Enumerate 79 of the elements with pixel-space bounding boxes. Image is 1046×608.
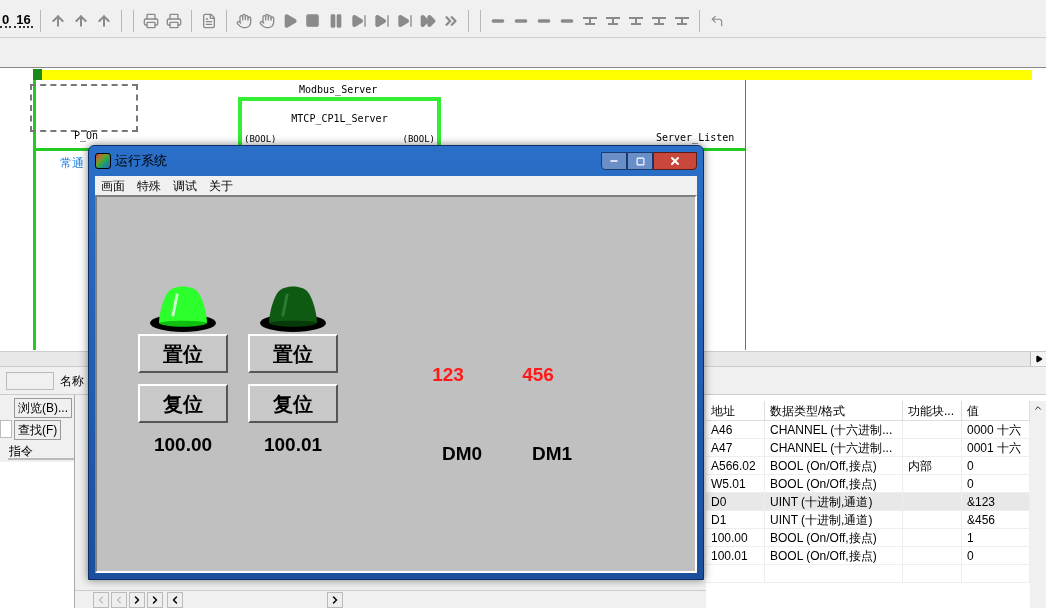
table-row[interactable]: 100.01 BOOL (On/Off,接点) 0 [706, 547, 1030, 565]
numeric-display: 123 [432, 363, 464, 387]
app-icon [95, 153, 111, 169]
address-label: 100.01 [263, 433, 323, 457]
table-cell: 100.01 [711, 549, 748, 563]
close-icon[interactable] [669, 155, 681, 167]
table-cell: BOOL (On/Off,接点) [770, 549, 877, 563]
table-cell: 1 [967, 531, 974, 545]
table-cell: BOOL (On/Off,接点) [770, 459, 877, 473]
table-cell: 0 [967, 549, 974, 563]
column-header[interactable]: 功能块... [903, 401, 962, 420]
close-button[interactable] [653, 152, 697, 170]
table-row[interactable]: A47 CHANNEL (十六进制... 0001 十六 [706, 439, 1030, 457]
contact-comment: 常通 [60, 155, 84, 172]
search-field[interactable] [0, 420, 12, 438]
table-cell: 0 [967, 459, 974, 473]
minimize-button[interactable] [601, 152, 627, 170]
window-title: 运行系统 [115, 152, 167, 171]
menu-item[interactable]: 画面 [101, 176, 125, 195]
previous-page-icon[interactable] [93, 591, 109, 608]
block-title: Modbus_Server [299, 85, 378, 95]
next-page-icon[interactable] [129, 591, 145, 608]
address-label: 100.00 [153, 433, 213, 457]
next-page-icon[interactable] [147, 591, 163, 608]
toolbar-counter[interactable]: 16 [14, 13, 33, 28]
table-row[interactable]: D1 UINT (十进制,通道) &456 [706, 511, 1030, 529]
maximize-button[interactable] [627, 152, 653, 170]
table-cell: &456 [967, 513, 996, 527]
column-header[interactable]: 地址 [706, 401, 765, 420]
hmi-button[interactable]: 复位 [138, 384, 228, 423]
input-type: (BOOL) [244, 133, 277, 146]
register-label: DM0 [441, 441, 483, 466]
table-cell: CHANNEL (十六进制... [770, 441, 893, 455]
name-field[interactable] [6, 371, 54, 390]
output-label: Server_Listen [656, 131, 735, 145]
menu-item[interactable]: 关于 [209, 176, 233, 195]
table-cell: UINT (十进制,通道) [770, 513, 873, 527]
rung-marker [33, 69, 42, 80]
find-button[interactable]: 查找(F) [14, 420, 62, 440]
hmi-button[interactable]: 置位 [248, 334, 338, 373]
register-label: DM1 [531, 441, 573, 466]
table-row[interactable]: A566.02 BOOL (On/Off,接点) 内部 0 [706, 457, 1030, 475]
contact-label: P_On [74, 129, 99, 143]
table-cell: &123 [967, 495, 996, 509]
scroll-right-icon[interactable] [1030, 352, 1046, 366]
column-header[interactable]: 数据类型/格式 [765, 401, 903, 420]
browse-button[interactable]: 浏览(B)... [14, 398, 72, 418]
table-cell: 内部 [908, 459, 932, 473]
hmi-button[interactable]: 置位 [138, 334, 228, 373]
table-cell: BOOL (On/Off,接点) [770, 477, 877, 491]
table-cell: D1 [711, 513, 727, 527]
table-row[interactable]: D0 UINT (十进制,通道) &123 [706, 493, 1030, 511]
block-name: MTCP_CP1L_Server [290, 112, 389, 126]
menu-item[interactable]: 调试 [173, 176, 197, 195]
table-cell: CHANNEL (十六进制... [770, 423, 893, 437]
table-cell: BOOL (On/Off,接点) [770, 531, 877, 545]
table-cell: 0000 十六 [967, 423, 1022, 437]
table-cell: D0 [711, 495, 727, 509]
toolbar-counter[interactable]: 0 [0, 13, 12, 28]
table-cell: UINT (十进制,通道) [770, 495, 873, 509]
scroll-left-icon[interactable] [167, 591, 183, 608]
vertical-scrollbar[interactable] [1030, 401, 1046, 608]
table-cell: W5.01 [711, 477, 746, 491]
menu-item[interactable]: 特殊 [137, 176, 161, 195]
name-label: 名称 [60, 372, 84, 390]
hmi-button[interactable]: 复位 [248, 384, 338, 423]
table-cell: 0 [967, 477, 974, 491]
table-cell: 0001 十六 [967, 441, 1022, 455]
table-cell: A566.02 [711, 459, 756, 473]
table-cell: A47 [711, 441, 733, 455]
table-row[interactable]: A46 CHANNEL (十六进制... 0000 十六 [706, 421, 1030, 439]
table-cell: A46 [711, 423, 733, 437]
output-type: (BOOL) [402, 133, 435, 146]
table-row[interactable]: 100.00 BOOL (On/Off,接点) 1 [706, 529, 1030, 547]
scroll-up-icon[interactable] [1033, 403, 1043, 413]
table-row[interactable]: W5.01 BOOL (On/Off,接点) 0 [706, 475, 1030, 493]
table-cell: 100.00 [711, 531, 748, 545]
scroll-right-icon[interactable] [327, 591, 343, 608]
numeric-display: 456 [522, 363, 554, 387]
